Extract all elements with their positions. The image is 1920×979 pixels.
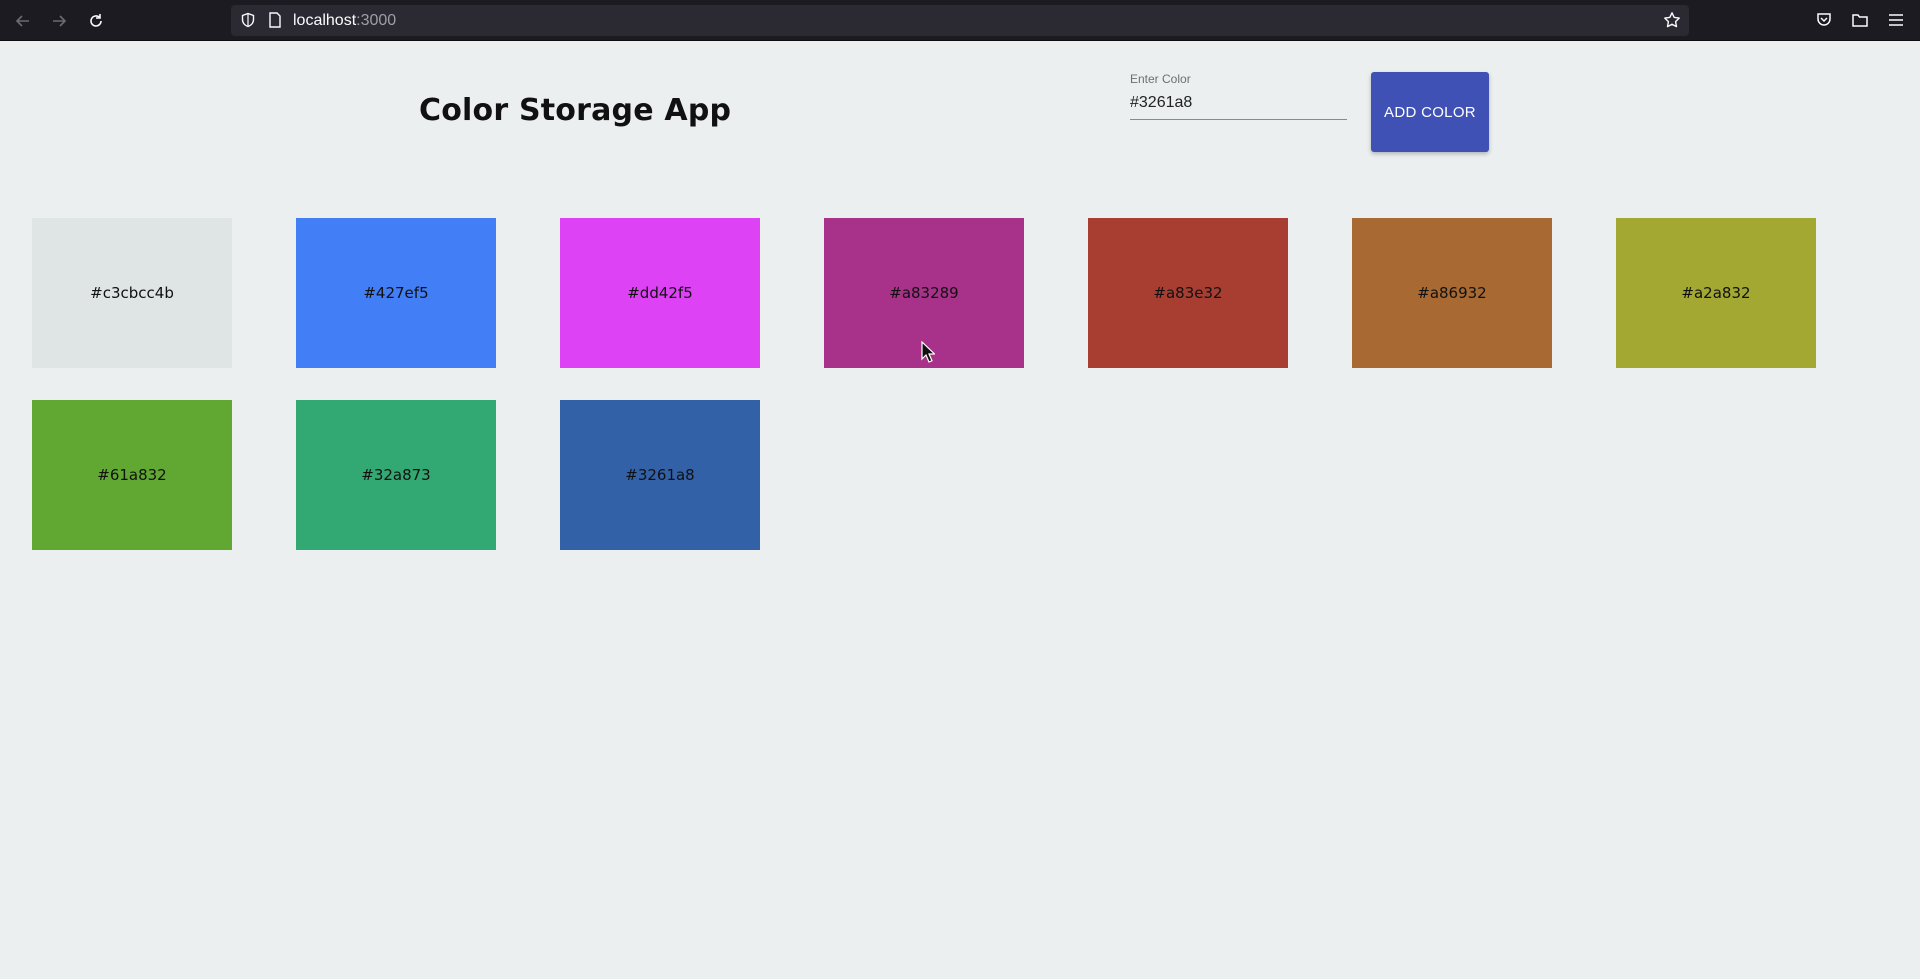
color-swatch[interactable]: #427ef5 xyxy=(296,218,496,368)
page-title: Color Storage App xyxy=(419,93,732,128)
add-color-button[interactable]: ADD COLOR xyxy=(1371,72,1489,152)
forward-arrow-icon[interactable] xyxy=(47,9,71,33)
library-icon[interactable] xyxy=(1849,9,1871,31)
color-swatch-label: #a2a832 xyxy=(1681,284,1751,302)
mouse-cursor-icon xyxy=(921,341,935,363)
page-icon[interactable] xyxy=(266,11,284,29)
shield-icon[interactable] xyxy=(239,11,257,29)
color-swatch-label: #3261a8 xyxy=(625,466,695,484)
color-swatch-label: #a83289 xyxy=(889,284,959,302)
color-swatch-label: #427ef5 xyxy=(363,284,429,302)
color-swatch[interactable]: #a2a832 xyxy=(1616,218,1816,368)
color-swatch[interactable]: #a83e32 xyxy=(1088,218,1288,368)
color-swatch[interactable]: #32a873 xyxy=(296,400,496,550)
color-swatch[interactable]: #3261a8 xyxy=(560,400,760,550)
color-grid: #c3cbcc4b #427ef5 #dd42f5 #a83289 #a83e32 #a8… xyxy=(32,218,1852,550)
hamburger-menu-icon[interactable] xyxy=(1885,9,1907,31)
pocket-icon[interactable] xyxy=(1813,9,1835,31)
color-swatch-label: #a86932 xyxy=(1417,284,1487,302)
color-swatch-label: #61a832 xyxy=(97,466,167,484)
color-swatch-label: #c3cbcc4b xyxy=(90,284,174,302)
reload-icon[interactable] xyxy=(84,9,108,33)
url-port: :3000 xyxy=(356,12,397,29)
color-swatch[interactable]: #61a832 xyxy=(32,400,232,550)
url-bar[interactable]: localhost:3000 xyxy=(231,5,1689,36)
color-input[interactable] xyxy=(1130,90,1347,120)
url-text: localhost:3000 xyxy=(293,12,396,30)
color-swatch[interactable]: #c3cbcc4b xyxy=(32,218,232,368)
color-swatch-label: #a83e32 xyxy=(1153,284,1223,302)
url-host: localhost xyxy=(293,12,357,29)
color-swatch[interactable]: #a86932 xyxy=(1352,218,1552,368)
color-input-label: Enter Color xyxy=(1130,72,1191,86)
star-icon[interactable] xyxy=(1661,9,1683,31)
back-arrow-icon[interactable] xyxy=(11,9,35,33)
color-swatch-label: #dd42f5 xyxy=(627,284,693,302)
browser-toolbar: localhost:3000 xyxy=(0,0,1920,41)
color-swatch-label: #32a873 xyxy=(361,466,431,484)
color-swatch[interactable]: #dd42f5 xyxy=(560,218,760,368)
